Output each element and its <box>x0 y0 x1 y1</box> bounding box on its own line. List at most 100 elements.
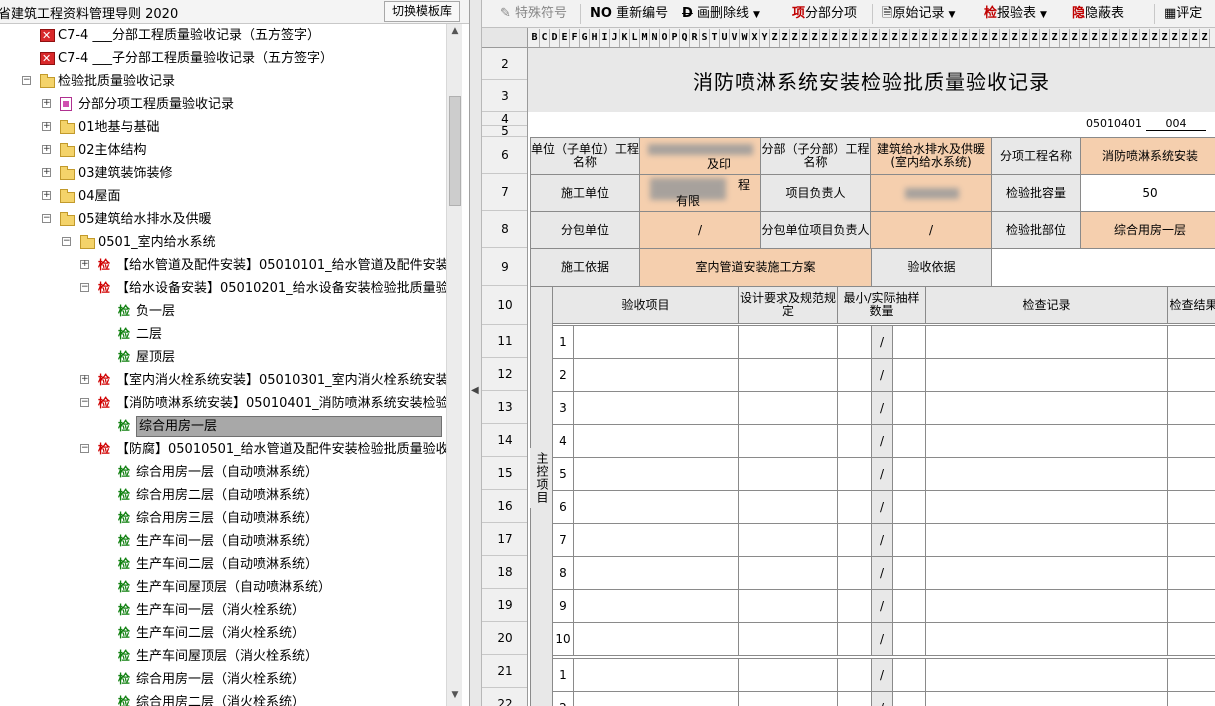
tree-item[interactable]: 检负一层 <box>0 300 446 323</box>
row-index[interactable]: 9 <box>552 589 574 623</box>
scroll-thumb[interactable] <box>449 96 461 206</box>
record-cell[interactable] <box>925 391 1168 425</box>
record-cell[interactable] <box>925 490 1168 524</box>
expand-icon[interactable]: + <box>42 122 51 131</box>
sample-slash-cell[interactable]: / <box>871 490 893 524</box>
row-number[interactable]: 7 <box>482 174 527 211</box>
collapse-arrow-icon[interactable]: ◀ <box>471 385 479 396</box>
project-manager-value[interactable] <box>870 174 992 212</box>
design-cell[interactable] <box>738 325 838 359</box>
tree-item[interactable]: − 检验批质量验收记录 <box>0 70 446 93</box>
row-number[interactable]: 10 <box>482 286 527 325</box>
row-index[interactable]: 2 <box>552 358 574 392</box>
row-number[interactable]: 17 <box>482 523 527 556</box>
column-letter[interactable]: Z <box>1130 29 1140 47</box>
sample-slash-cell[interactable]: / <box>871 523 893 557</box>
sample-min-cell[interactable] <box>837 622 872 656</box>
expand-icon[interactable]: + <box>42 99 51 108</box>
sample-slash-cell[interactable]: / <box>871 691 893 706</box>
expand-icon[interactable]: + <box>42 145 51 154</box>
column-letter[interactable]: Z <box>1200 29 1210 47</box>
item-cell[interactable] <box>573 490 739 524</box>
tree-item[interactable]: 检综合用房二层（自动喷淋系统） <box>0 484 446 507</box>
row-number[interactable]: 20 <box>482 622 527 655</box>
collapse-icon[interactable]: − <box>80 398 89 407</box>
column-letter[interactable]: F <box>570 29 580 47</box>
column-letter[interactable]: Q <box>680 29 690 47</box>
concealed-table-button[interactable]: 隐隐蔽表 <box>1072 5 1124 23</box>
strike-dropdown-icon[interactable]: ▼ <box>753 10 760 20</box>
column-letter[interactable]: B <box>530 29 540 47</box>
sample-slash-cell[interactable]: / <box>871 358 893 392</box>
result-cell[interactable] <box>1167 658 1215 692</box>
inspection-part-value[interactable]: 综合用房一层 <box>1080 211 1215 249</box>
column-letter[interactable]: Z <box>790 29 800 47</box>
row-number[interactable]: 15 <box>482 457 527 490</box>
sample-actual-cell[interactable] <box>892 658 926 692</box>
column-letter[interactable]: Z <box>1070 29 1080 47</box>
switch-template-library-button[interactable]: 切换模板库 <box>384 1 460 22</box>
result-cell[interactable] <box>1167 424 1215 458</box>
column-letter[interactable]: Z <box>1150 29 1160 47</box>
sample-min-cell[interactable] <box>837 424 872 458</box>
tree-item[interactable]: 检生产车间二层（消火栓系统） <box>0 622 446 645</box>
column-letter[interactable]: X <box>750 29 760 47</box>
item-cell[interactable] <box>573 556 739 590</box>
collapse-icon[interactable]: − <box>80 283 89 292</box>
special-symbol-button[interactable]: ✎ 特殊符号 <box>500 5 567 23</box>
capacity-value[interactable]: 50 <box>1080 174 1215 212</box>
row-number[interactable]: 11 <box>482 325 527 358</box>
column-letter[interactable]: Z <box>860 29 870 47</box>
result-cell[interactable] <box>1167 457 1215 491</box>
strikethrough-button[interactable]: D 画删除线 ▼ <box>682 5 760 23</box>
row-number[interactable]: 21 <box>482 655 527 688</box>
row-number[interactable]: 12 <box>482 358 527 391</box>
column-letter[interactable]: T <box>710 29 720 47</box>
sub-pm-value[interactable]: / <box>870 211 992 249</box>
item-cell[interactable] <box>573 691 739 706</box>
design-cell[interactable] <box>738 691 838 706</box>
collapse-icon[interactable]: − <box>42 214 51 223</box>
construction-basis-value[interactable]: 室内管道安装施工方案 <box>639 248 872 287</box>
row-number[interactable]: 5 <box>482 125 527 137</box>
sample-actual-cell[interactable] <box>892 523 926 557</box>
sample-actual-cell[interactable] <box>892 457 926 491</box>
column-letter[interactable]: L <box>630 29 640 47</box>
column-letter[interactable]: W <box>740 29 750 47</box>
record-cell[interactable] <box>925 556 1168 590</box>
row-number[interactable]: 16 <box>482 490 527 523</box>
column-letter[interactable]: Z <box>800 29 810 47</box>
inspection-report-button[interactable]: 检报验表 ▼ <box>984 5 1047 23</box>
column-letter[interactable]: Z <box>780 29 790 47</box>
row-index[interactable]: 1 <box>552 658 574 692</box>
row-number[interactable]: 19 <box>482 589 527 622</box>
column-letter[interactable]: Z <box>820 29 830 47</box>
record-cell[interactable] <box>925 457 1168 491</box>
row-number[interactable]: 3 <box>482 80 527 112</box>
tree-item[interactable]: − 05建筑给水排水及供暖 <box>0 208 446 231</box>
design-cell[interactable] <box>738 658 838 692</box>
subitem-button[interactable]: 项分部分项 <box>792 5 857 23</box>
item-cell[interactable] <box>573 658 739 692</box>
row-number[interactable]: 14 <box>482 424 527 457</box>
sample-min-cell[interactable] <box>837 457 872 491</box>
record-cell[interactable] <box>925 658 1168 692</box>
column-letter[interactable]: Z <box>1100 29 1110 47</box>
tree-item[interactable]: 检二层 <box>0 323 446 346</box>
sample-min-cell[interactable] <box>837 691 872 706</box>
column-letter[interactable]: K <box>620 29 630 47</box>
tree-item[interactable]: + 分部分项工程质量验收记录 <box>0 93 446 116</box>
subcontractor-value[interactable]: / <box>639 211 761 249</box>
sample-min-cell[interactable] <box>837 490 872 524</box>
sample-actual-cell[interactable] <box>892 325 926 359</box>
sample-min-cell[interactable] <box>837 523 872 557</box>
row-index[interactable]: 5 <box>552 457 574 491</box>
column-letter[interactable]: Z <box>1050 29 1060 47</box>
column-letter[interactable]: Z <box>1080 29 1090 47</box>
record-cell[interactable] <box>925 325 1168 359</box>
renumber-button[interactable]: NO 重新编号 <box>590 5 668 23</box>
column-letter[interactable]: Z <box>770 29 780 47</box>
column-letter[interactable]: Z <box>1000 29 1010 47</box>
column-letter[interactable]: Z <box>910 29 920 47</box>
column-letter[interactable]: Z <box>810 29 820 47</box>
